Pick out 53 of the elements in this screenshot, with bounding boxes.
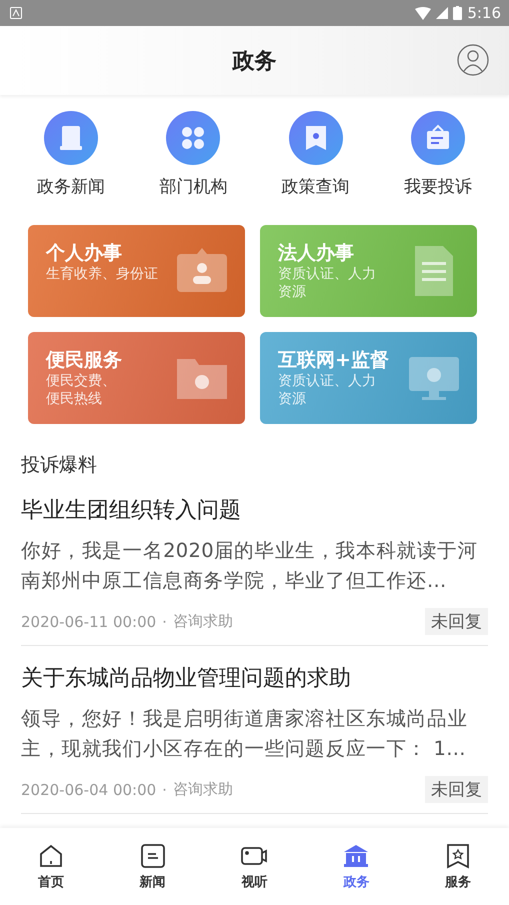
post-title[interactable]: 毕业生团组织转入问题 <box>21 496 488 526</box>
book-icon <box>44 111 98 165</box>
bookmark-star-icon <box>445 842 472 868</box>
tab-label: 政务 <box>343 874 370 890</box>
reply-status: 未回复 <box>425 776 488 803</box>
post-date: 2020-06-04 00:00 <box>21 780 156 798</box>
shortcut-label[interactable]: 我要投诉 <box>404 175 472 198</box>
bank-icon <box>343 842 370 868</box>
shortcut-label[interactable]: 政务新闻 <box>37 175 106 198</box>
card-subtitle: 资源 <box>278 283 307 301</box>
signboard-icon <box>410 111 465 165</box>
news-icon <box>140 842 166 868</box>
post-excerpt: 领导，您好！我是启明街道唐家溶社区东城尚品业主，现就我们小区存在的一些问题反应一下： 1... <box>21 706 469 762</box>
signal-icon <box>436 7 448 19</box>
reply-status: 未回复 <box>425 608 488 635</box>
grid-icon <box>166 111 220 165</box>
card-subtitle: 便民交费、 <box>46 372 117 390</box>
tab-item[interactable]: 服务 <box>407 828 509 905</box>
shortcut-label[interactable]: 政策查询 <box>282 175 350 198</box>
post-title[interactable]: 关于东城尚品物业管理问题的求助 <box>21 664 488 694</box>
card-title: 个人办事 <box>46 241 123 265</box>
card-title: 便民服务 <box>46 348 122 372</box>
separator-dot: · <box>162 612 167 630</box>
card-title: 互联网+监督 <box>278 348 389 372</box>
user-avatar-icon[interactable] <box>457 44 489 76</box>
post-category: 咨询求助 <box>172 612 233 631</box>
clock-time: 5:16 <box>467 4 501 22</box>
post-excerpt: 你好，我是一名2020届的毕业生，我本科就读于河南郑州中原工信息商务学院，毕业了但工作还... <box>21 538 479 594</box>
tab-label: 服务 <box>445 874 472 890</box>
notification-icon <box>10 7 22 19</box>
post-category: 咨询求助 <box>172 780 233 799</box>
card-subtitle: 生育收养、身份证 <box>46 265 158 283</box>
card-subtitle: 资源 <box>278 390 307 408</box>
shortcut-label[interactable]: 部门机构 <box>159 175 228 198</box>
tab-item[interactable]: 政务 <box>305 828 408 905</box>
tab-item[interactable]: 首页 <box>0 828 102 905</box>
section-title: 投诉爆料 <box>20 453 98 478</box>
battery-icon <box>453 6 462 20</box>
tab-item[interactable]: 视听 <box>204 828 306 905</box>
card-subtitle: 资质认证、人力 <box>278 372 377 390</box>
tab-label: 首页 <box>38 874 64 890</box>
separator-dot: · <box>162 780 167 798</box>
post-date: 2020-06-11 00:00 <box>21 612 156 630</box>
tab-label: 视听 <box>241 874 268 890</box>
tab-label: 新闻 <box>140 874 166 890</box>
bookmark-icon <box>288 111 343 165</box>
wifi-icon <box>415 6 432 20</box>
card-subtitle: 资质认证、人力 <box>278 265 376 283</box>
page-title: 政务 <box>232 48 276 76</box>
card-title: 法人办事 <box>278 241 355 265</box>
card-subtitle: 便民热线 <box>46 390 103 408</box>
home-icon <box>38 842 64 868</box>
tab-item[interactable]: 新闻 <box>102 828 204 905</box>
